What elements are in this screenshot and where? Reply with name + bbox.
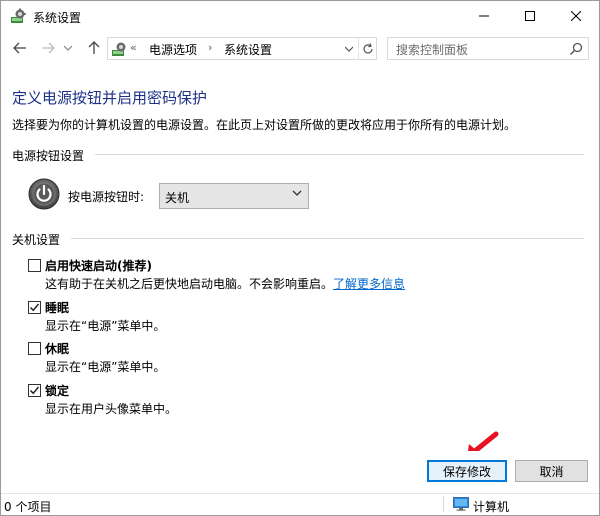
- lock-label[interactable]: 锁定: [45, 382, 69, 399]
- main-content: 定义电源按钮并启用密码保护 选择要为你的计算机设置的电源设置。在此页上对设置所做…: [1, 65, 599, 451]
- status-bar: 0 个项目 计算机: [1, 493, 599, 515]
- chevron-down-icon: [292, 190, 302, 200]
- section-divider: [71, 238, 584, 239]
- address-bar[interactable]: « 电源选项 › 系统设置: [107, 37, 377, 60]
- close-icon: [571, 11, 581, 21]
- back-button[interactable]: [11, 38, 29, 58]
- status-divider: [443, 496, 444, 512]
- power-button-section-title: 电源按钮设置: [12, 149, 85, 163]
- refresh-icon: [362, 42, 373, 53]
- hibernate-description: 显示在“电源”菜单中。: [45, 360, 166, 374]
- recent-locations-button[interactable]: [59, 38, 77, 58]
- hibernate-checkbox[interactable]: [28, 342, 41, 355]
- lock-checkbox[interactable]: [28, 384, 41, 397]
- forward-button[interactable]: [39, 38, 57, 58]
- sleep-description: 显示在“电源”菜单中。: [45, 319, 166, 333]
- system-settings-icon: [11, 8, 26, 23]
- power-button-action-select[interactable]: 关机: [159, 183, 309, 209]
- breadcrumb-overflow[interactable]: «: [130, 41, 137, 54]
- search-icon[interactable]: [568, 41, 584, 57]
- chevron-down-icon: [64, 45, 72, 51]
- fast-startup-desc-text: 这有助于在关机之后更快地启动电脑。不会影响重启。: [45, 277, 334, 291]
- fast-startup-checkbox[interactable]: [28, 259, 41, 272]
- maximize-icon: [525, 11, 535, 21]
- control-panel-icon: [112, 42, 126, 56]
- up-button[interactable]: [85, 38, 103, 58]
- section-divider: [95, 154, 584, 155]
- window-title: 系统设置: [33, 11, 82, 25]
- window: 系统设置 « 电源选项 › 系统设置 搜索控制面板 定义电源按钮并启用密码保护 …: [0, 0, 600, 516]
- hibernate-label[interactable]: 休眠: [45, 340, 69, 357]
- page-description: 选择要为你的计算机设置的电源设置。在此页上对设置所做的更改将应用于你所有的电源计…: [12, 118, 517, 132]
- chevron-down-icon: [345, 46, 353, 52]
- status-location: 计算机: [473, 500, 510, 514]
- checkmark-icon: [29, 303, 40, 312]
- refresh-button[interactable]: [358, 38, 376, 59]
- item-count: 0 个项目: [4, 500, 52, 514]
- address-dropdown-button[interactable]: [341, 38, 357, 59]
- shutdown-section-title: 关机设置: [12, 233, 61, 247]
- search-input[interactable]: 搜索控制面板: [387, 37, 589, 60]
- back-arrow-icon: [13, 42, 26, 54]
- sleep-checkbox[interactable]: [28, 301, 41, 314]
- breadcrumb-power-options[interactable]: 电源选项: [149, 41, 197, 58]
- learn-more-link[interactable]: 了解更多信息: [333, 277, 405, 291]
- power-button-label: 按电源按钮时:: [68, 190, 145, 204]
- power-button-icon: [28, 178, 60, 210]
- minimize-button[interactable]: [461, 1, 507, 31]
- dialog-footer: 保存修改 取消: [1, 451, 599, 493]
- minimize-icon: [479, 15, 489, 17]
- checkmark-icon: [29, 386, 40, 395]
- cancel-button[interactable]: 取消: [515, 460, 588, 482]
- close-button[interactable]: [553, 1, 599, 31]
- up-arrow-icon: [88, 41, 100, 54]
- page-title: 定义电源按钮并启用密码保护: [12, 89, 208, 107]
- forward-arrow-icon: [42, 42, 55, 54]
- power-button-action-value: 关机: [165, 191, 190, 205]
- save-changes-button[interactable]: 保存修改: [427, 460, 507, 482]
- fast-startup-description: 这有助于在关机之后更快地启动电脑。不会影响重启。了解更多信息: [45, 275, 405, 292]
- breadcrumb-system-settings[interactable]: 系统设置: [224, 41, 272, 58]
- maximize-button[interactable]: [507, 1, 553, 31]
- fast-startup-label[interactable]: 启用快速启动(推荐): [45, 257, 152, 274]
- lock-description: 显示在用户头像菜单中。: [45, 402, 178, 416]
- search-placeholder: 搜索控制面板: [396, 43, 469, 57]
- breadcrumb-separator[interactable]: ›: [208, 41, 212, 54]
- navigation-bar: « 电源选项 › 系统设置 搜索控制面板: [1, 31, 599, 65]
- sleep-label[interactable]: 睡眠: [45, 299, 69, 316]
- computer-icon: [453, 497, 469, 511]
- title-bar: 系统设置: [1, 1, 599, 31]
